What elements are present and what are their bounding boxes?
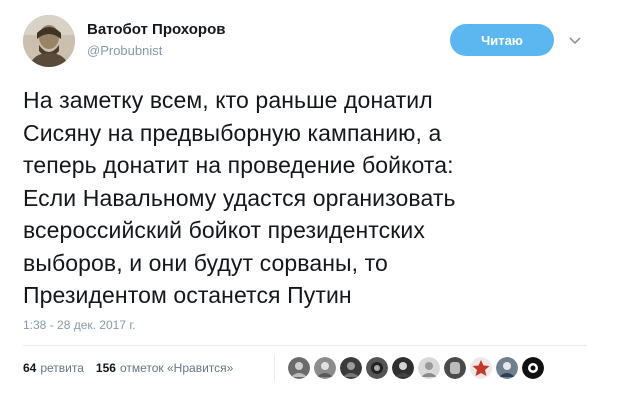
author-handle[interactable]: @Probubnist bbox=[87, 43, 162, 58]
tweet-timestamp[interactable]: 1:38 - 28 дек. 2017 г. bbox=[23, 318, 136, 332]
user-avatar-icon bbox=[23, 15, 75, 67]
liker-avatar[interactable] bbox=[522, 357, 544, 379]
stats-separator bbox=[274, 355, 275, 381]
likes-label[interactable]: отметок «Нравится» bbox=[120, 361, 233, 375]
divider bbox=[23, 345, 587, 346]
likes-count[interactable]: 156 bbox=[96, 361, 116, 375]
tweet-line: теперь донатит на проведение бойкота: bbox=[23, 152, 454, 178]
liker-avatar[interactable] bbox=[314, 357, 336, 379]
tweet-line: выборов, и они будут сорваны, то bbox=[23, 249, 388, 276]
likers-avatars bbox=[288, 357, 544, 379]
tweet-line: Если Навальному удастся организовать bbox=[23, 184, 456, 211]
liker-avatar[interactable] bbox=[418, 357, 440, 379]
tweet-line: Сисяну на предвыборную кампанию, а bbox=[23, 119, 442, 146]
liker-avatar[interactable] bbox=[392, 357, 414, 379]
retweets-label[interactable]: ретвита bbox=[40, 361, 84, 375]
tweet-line: На заметку всем, кто раньше донатил bbox=[23, 87, 433, 113]
more-options-caret[interactable] bbox=[565, 31, 585, 51]
tweet-stats: 64 ретвита 156 отметок «Нравится» bbox=[23, 361, 245, 375]
author-avatar[interactable] bbox=[23, 15, 75, 67]
author-display-name[interactable]: Ватобот Прохоров bbox=[87, 21, 225, 38]
liker-avatar[interactable] bbox=[444, 357, 466, 379]
liker-avatar[interactable] bbox=[496, 357, 518, 379]
tweet-line: всероссийский бойкот президентских bbox=[23, 217, 425, 243]
chevron-down-icon bbox=[569, 37, 581, 45]
liker-avatar[interactable] bbox=[288, 357, 310, 379]
liker-avatar[interactable] bbox=[470, 357, 492, 379]
tweet-line: Президентом останется Путин bbox=[23, 282, 352, 308]
retweets-count[interactable]: 64 bbox=[23, 361, 36, 375]
tweet-text: На заметку всем, кто раньше донатил Сися… bbox=[23, 84, 603, 312]
liker-avatar[interactable] bbox=[340, 357, 362, 379]
liker-avatar[interactable] bbox=[366, 357, 388, 379]
following-button[interactable]: Читаю bbox=[450, 24, 554, 56]
